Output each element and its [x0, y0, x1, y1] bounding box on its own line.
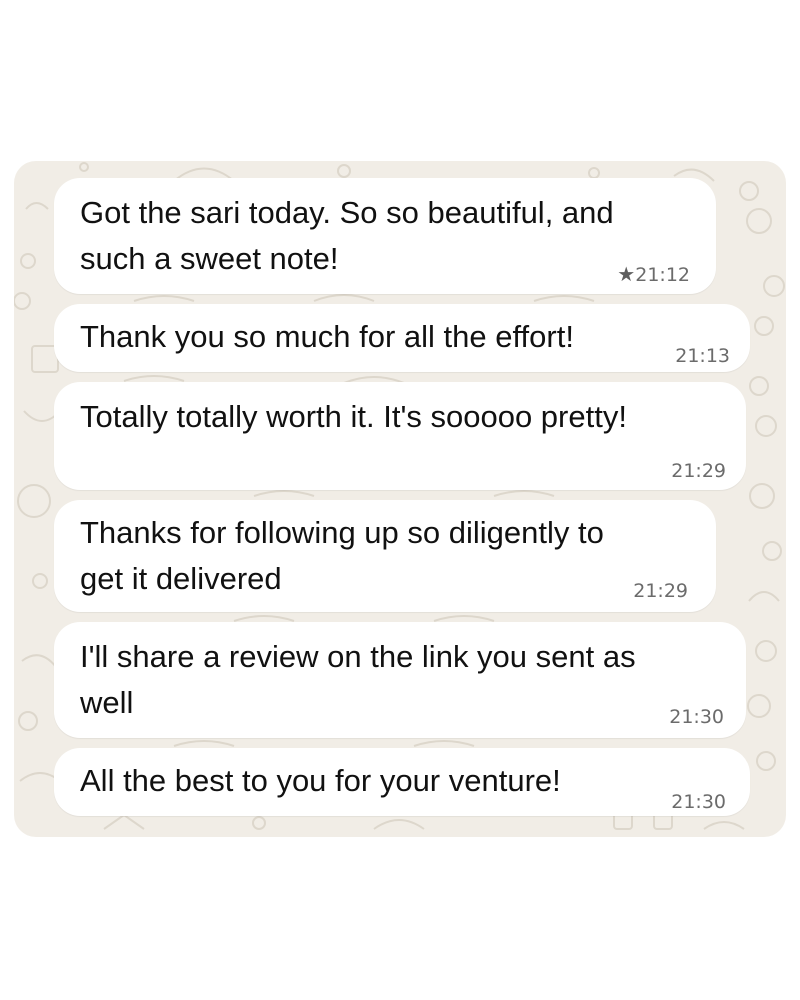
star-icon: ★ — [617, 262, 636, 286]
message-bubble[interactable]: Thank you so much for all the effort! 21… — [54, 304, 750, 372]
message-text-line: well — [80, 685, 134, 720]
message-time: 21:29 — [671, 460, 726, 482]
message-text-line: Thank you so much for all the effort! — [80, 319, 574, 354]
message-text-line: such a sweet note! — [80, 241, 339, 276]
message-bubble[interactable]: I'll share a review on the link you sent… — [54, 622, 746, 738]
message-time: 21:12 — [635, 264, 690, 286]
message-time: 21:13 — [675, 345, 730, 367]
chat-panel: Got the sari today. So so beautiful, and… — [14, 161, 786, 837]
message-text-line: Totally totally worth it. It's sooooo pr… — [80, 399, 627, 434]
message-time: 21:30 — [669, 706, 724, 728]
message-bubble[interactable]: Thanks for following up so diligently to… — [54, 500, 716, 612]
message-bubble[interactable]: Totally totally worth it. It's sooooo pr… — [54, 382, 746, 490]
message-timestamp: ★21:12 — [617, 262, 690, 286]
message-bubble[interactable]: All the best to you for your venture! 21… — [54, 748, 750, 816]
message-text-line: I'll share a review on the link you sent… — [80, 639, 636, 674]
message-bubble[interactable]: Got the sari today. So so beautiful, and… — [54, 178, 716, 294]
message-time: 21:29 — [633, 580, 688, 602]
message-text-line: All the best to you for your venture! — [80, 763, 561, 798]
message-text-line: Got the sari today. So so beautiful, and — [80, 195, 614, 230]
message-time: 21:30 — [671, 791, 726, 813]
message-text-line: get it delivered — [80, 561, 282, 596]
message-text-line: Thanks for following up so diligently to — [80, 515, 604, 550]
